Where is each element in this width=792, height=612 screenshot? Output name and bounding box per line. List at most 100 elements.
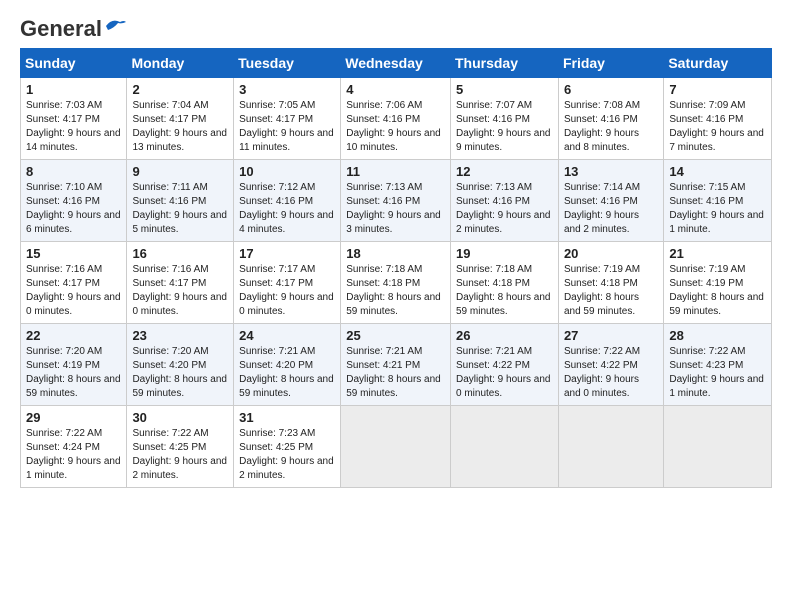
cell-info: Sunrise: 7:13 AMSunset: 4:16 PMDaylight:… [346,182,441,235]
calendar-cell: 29 Sunrise: 7:22 AMSunset: 4:24 PMDaylig… [21,406,127,488]
calendar-cell: 6 Sunrise: 7:08 AMSunset: 4:16 PMDayligh… [558,78,663,160]
day-number: 27 [564,328,658,343]
day-number: 22 [26,328,121,343]
cell-info: Sunrise: 7:18 AMSunset: 4:18 PMDaylight:… [346,264,441,317]
col-header-friday: Friday [558,49,663,78]
calendar-cell [341,406,451,488]
cell-info: Sunrise: 7:21 AMSunset: 4:22 PMDaylight:… [456,346,551,399]
calendar-cell: 22 Sunrise: 7:20 AMSunset: 4:19 PMDaylig… [21,324,127,406]
calendar-cell: 3 Sunrise: 7:05 AMSunset: 4:17 PMDayligh… [234,78,341,160]
day-number: 7 [669,82,766,97]
calendar-cell: 11 Sunrise: 7:13 AMSunset: 4:16 PMDaylig… [341,160,451,242]
day-number: 19 [456,246,553,261]
calendar-table: SundayMondayTuesdayWednesdayThursdayFrid… [20,48,772,488]
cell-info: Sunrise: 7:21 AMSunset: 4:20 PMDaylight:… [239,346,334,399]
calendar-cell: 15 Sunrise: 7:16 AMSunset: 4:17 PMDaylig… [21,242,127,324]
day-number: 16 [132,246,228,261]
calendar-cell: 9 Sunrise: 7:11 AMSunset: 4:16 PMDayligh… [127,160,234,242]
calendar-week-row: 8 Sunrise: 7:10 AMSunset: 4:16 PMDayligh… [21,160,772,242]
day-number: 8 [26,164,121,179]
calendar-cell: 17 Sunrise: 7:17 AMSunset: 4:17 PMDaylig… [234,242,341,324]
calendar-cell: 18 Sunrise: 7:18 AMSunset: 4:18 PMDaylig… [341,242,451,324]
cell-info: Sunrise: 7:03 AMSunset: 4:17 PMDaylight:… [26,100,121,153]
day-number: 25 [346,328,445,343]
col-header-monday: Monday [127,49,234,78]
calendar-cell: 16 Sunrise: 7:16 AMSunset: 4:17 PMDaylig… [127,242,234,324]
calendar-cell: 12 Sunrise: 7:13 AMSunset: 4:16 PMDaylig… [450,160,558,242]
cell-info: Sunrise: 7:12 AMSunset: 4:16 PMDaylight:… [239,182,334,235]
day-number: 31 [239,410,335,425]
calendar-cell: 4 Sunrise: 7:06 AMSunset: 4:16 PMDayligh… [341,78,451,160]
calendar-cell: 31 Sunrise: 7:23 AMSunset: 4:25 PMDaylig… [234,406,341,488]
cell-info: Sunrise: 7:20 AMSunset: 4:20 PMDaylight:… [132,346,227,399]
calendar-cell [450,406,558,488]
cell-info: Sunrise: 7:22 AMSunset: 4:22 PMDaylight:… [564,346,640,399]
logo-bird-icon [104,18,126,34]
cell-info: Sunrise: 7:13 AMSunset: 4:16 PMDaylight:… [456,182,551,235]
day-number: 29 [26,410,121,425]
col-header-sunday: Sunday [21,49,127,78]
cell-info: Sunrise: 7:05 AMSunset: 4:17 PMDaylight:… [239,100,334,153]
day-number: 21 [669,246,766,261]
day-number: 15 [26,246,121,261]
col-header-wednesday: Wednesday [341,49,451,78]
cell-info: Sunrise: 7:11 AMSunset: 4:16 PMDaylight:… [132,182,227,235]
calendar-week-row: 22 Sunrise: 7:20 AMSunset: 4:19 PMDaylig… [21,324,772,406]
cell-info: Sunrise: 7:19 AMSunset: 4:18 PMDaylight:… [564,264,640,317]
day-number: 23 [132,328,228,343]
calendar-cell: 10 Sunrise: 7:12 AMSunset: 4:16 PMDaylig… [234,160,341,242]
calendar-cell: 27 Sunrise: 7:22 AMSunset: 4:22 PMDaylig… [558,324,663,406]
cell-info: Sunrise: 7:19 AMSunset: 4:19 PMDaylight:… [669,264,764,317]
calendar-cell: 2 Sunrise: 7:04 AMSunset: 4:17 PMDayligh… [127,78,234,160]
calendar-cell: 1 Sunrise: 7:03 AMSunset: 4:17 PMDayligh… [21,78,127,160]
cell-info: Sunrise: 7:22 AMSunset: 4:24 PMDaylight:… [26,428,121,481]
day-number: 11 [346,164,445,179]
calendar-cell: 21 Sunrise: 7:19 AMSunset: 4:19 PMDaylig… [664,242,772,324]
calendar-cell [664,406,772,488]
day-number: 6 [564,82,658,97]
day-number: 17 [239,246,335,261]
page-header: General [20,16,772,38]
day-number: 12 [456,164,553,179]
calendar-cell: 14 Sunrise: 7:15 AMSunset: 4:16 PMDaylig… [664,160,772,242]
cell-info: Sunrise: 7:09 AMSunset: 4:16 PMDaylight:… [669,100,764,153]
logo: General [20,16,126,38]
day-number: 18 [346,246,445,261]
calendar-cell: 8 Sunrise: 7:10 AMSunset: 4:16 PMDayligh… [21,160,127,242]
day-number: 13 [564,164,658,179]
cell-info: Sunrise: 7:17 AMSunset: 4:17 PMDaylight:… [239,264,334,317]
calendar-cell: 28 Sunrise: 7:22 AMSunset: 4:23 PMDaylig… [664,324,772,406]
calendar-cell: 26 Sunrise: 7:21 AMSunset: 4:22 PMDaylig… [450,324,558,406]
cell-info: Sunrise: 7:18 AMSunset: 4:18 PMDaylight:… [456,264,551,317]
day-number: 1 [26,82,121,97]
col-header-thursday: Thursday [450,49,558,78]
logo-general: General [20,16,102,42]
calendar-cell: 23 Sunrise: 7:20 AMSunset: 4:20 PMDaylig… [127,324,234,406]
calendar-cell: 5 Sunrise: 7:07 AMSunset: 4:16 PMDayligh… [450,78,558,160]
calendar-cell: 13 Sunrise: 7:14 AMSunset: 4:16 PMDaylig… [558,160,663,242]
day-number: 9 [132,164,228,179]
cell-info: Sunrise: 7:08 AMSunset: 4:16 PMDaylight:… [564,100,640,153]
day-number: 26 [456,328,553,343]
cell-info: Sunrise: 7:16 AMSunset: 4:17 PMDaylight:… [26,264,121,317]
calendar-week-row: 15 Sunrise: 7:16 AMSunset: 4:17 PMDaylig… [21,242,772,324]
cell-info: Sunrise: 7:15 AMSunset: 4:16 PMDaylight:… [669,182,764,235]
cell-info: Sunrise: 7:22 AMSunset: 4:25 PMDaylight:… [132,428,227,481]
calendar-cell: 24 Sunrise: 7:21 AMSunset: 4:20 PMDaylig… [234,324,341,406]
cell-info: Sunrise: 7:20 AMSunset: 4:19 PMDaylight:… [26,346,121,399]
cell-info: Sunrise: 7:22 AMSunset: 4:23 PMDaylight:… [669,346,764,399]
cell-info: Sunrise: 7:07 AMSunset: 4:16 PMDaylight:… [456,100,551,153]
col-header-saturday: Saturday [664,49,772,78]
cell-info: Sunrise: 7:14 AMSunset: 4:16 PMDaylight:… [564,182,640,235]
day-number: 30 [132,410,228,425]
day-number: 10 [239,164,335,179]
day-number: 20 [564,246,658,261]
cell-info: Sunrise: 7:06 AMSunset: 4:16 PMDaylight:… [346,100,441,153]
day-number: 5 [456,82,553,97]
calendar-cell: 25 Sunrise: 7:21 AMSunset: 4:21 PMDaylig… [341,324,451,406]
cell-info: Sunrise: 7:23 AMSunset: 4:25 PMDaylight:… [239,428,334,481]
col-header-tuesday: Tuesday [234,49,341,78]
calendar-cell: 20 Sunrise: 7:19 AMSunset: 4:18 PMDaylig… [558,242,663,324]
day-number: 14 [669,164,766,179]
day-number: 4 [346,82,445,97]
